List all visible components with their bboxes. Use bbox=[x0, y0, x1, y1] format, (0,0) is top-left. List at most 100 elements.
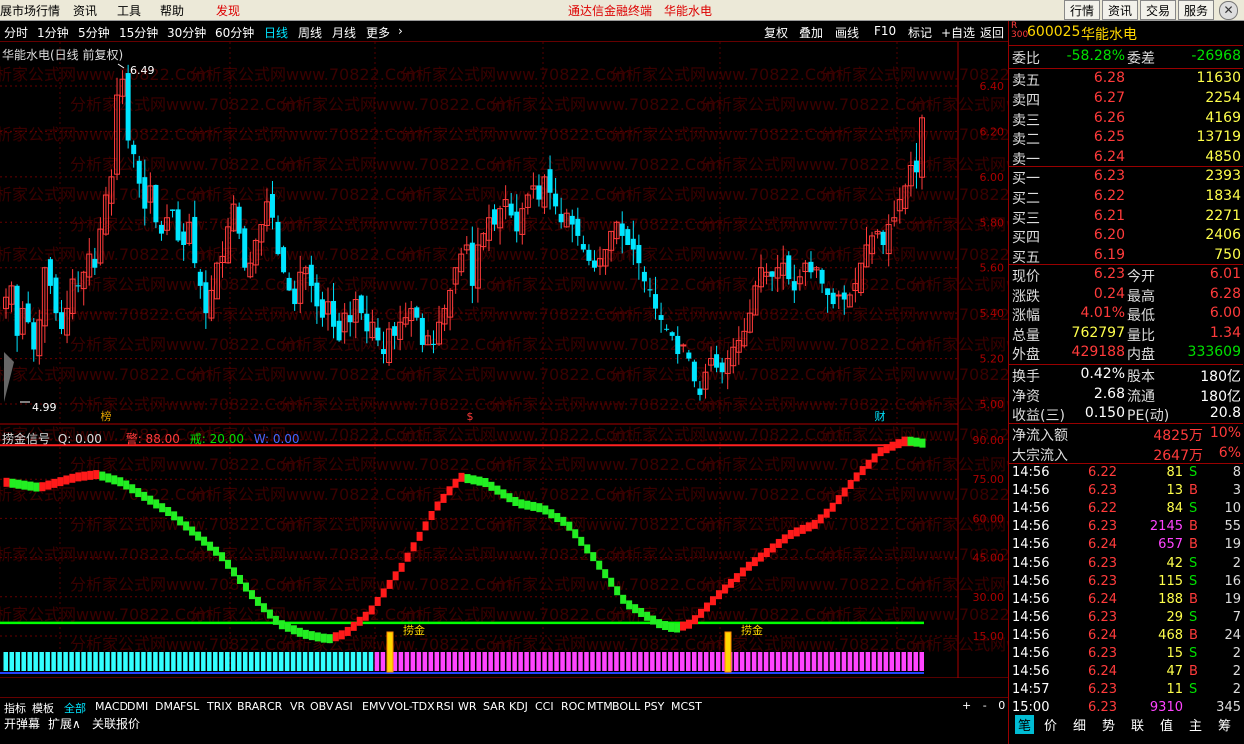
quote-tab[interactable]: 细 bbox=[1073, 715, 1086, 734]
watermark: 分析家公式网www.70822.Com bbox=[400, 425, 631, 444]
adjust-button[interactable]: 复权 bbox=[764, 24, 788, 41]
indicator-tab[interactable]: MACD bbox=[95, 700, 128, 713]
indicator-tab[interactable]: ROC bbox=[561, 700, 585, 713]
zoom-reset-button[interactable]: 0 bbox=[998, 699, 1005, 712]
close-icon[interactable]: ✕ bbox=[1219, 1, 1238, 20]
indicator-tab[interactable]: BRAR bbox=[237, 700, 267, 713]
news-button[interactable]: 资讯 bbox=[1101, 0, 1138, 20]
period-tab[interactable]: 60分钟 bbox=[215, 24, 254, 41]
indicator-tab[interactable]: PSY bbox=[644, 700, 664, 713]
indicator-bar bbox=[584, 544, 591, 554]
candle bbox=[381, 349, 387, 355]
quote-tab[interactable]: 值 bbox=[1160, 715, 1173, 734]
menu-discover[interactable]: 发现 bbox=[216, 2, 240, 19]
chevron-right-icon[interactable]: › bbox=[398, 24, 403, 38]
indicator-tab[interactable]: MTM bbox=[587, 700, 613, 713]
quote-tab[interactable]: 笔 bbox=[1015, 715, 1035, 734]
indicator-tab[interactable]: WR bbox=[458, 700, 477, 713]
indicator-tab[interactable]: CR bbox=[267, 700, 282, 713]
indicator-tab[interactable]: VOL-TDX bbox=[387, 700, 435, 713]
quote-tab[interactable]: 筹 bbox=[1218, 715, 1231, 734]
overlay-button[interactable]: 叠加 bbox=[799, 24, 823, 41]
indicator-tab[interactable]: FSL bbox=[180, 700, 199, 713]
ask-label: 卖三 bbox=[1012, 112, 1040, 129]
signal-strip bbox=[524, 652, 529, 671]
indicator-tab[interactable]: MCST bbox=[671, 700, 702, 713]
indicator-menu-0[interactable]: 指标 bbox=[4, 700, 26, 716]
draw-button[interactable]: 画线 bbox=[835, 24, 859, 41]
stat-label: 股本 bbox=[1127, 369, 1155, 385]
quote-tab[interactable]: 联 bbox=[1131, 715, 1144, 734]
expand-button[interactable]: 扩展∧ bbox=[48, 715, 81, 732]
indicator-tab[interactable]: RSI bbox=[436, 700, 454, 713]
indicator-tab[interactable]: DMA bbox=[155, 700, 181, 713]
period-tab[interactable]: 15分钟 bbox=[119, 24, 158, 41]
indicator-tab[interactable]: VR bbox=[290, 700, 305, 713]
trade-button[interactable]: 交易 bbox=[1139, 0, 1176, 20]
service-button[interactable]: 服务 bbox=[1177, 0, 1214, 20]
chart-pane[interactable]: 分析家公式网www.70822.Com 分析家公式网www.70822.Com 分析… bbox=[0, 42, 1244, 696]
linked-quote-button[interactable]: 关联报价 bbox=[92, 715, 140, 732]
period-tab[interactable]: 30分钟 bbox=[167, 24, 206, 41]
quote-tab[interactable]: 价 bbox=[1044, 715, 1057, 734]
watermark: 分析家公式网www.70822.Com bbox=[70, 155, 301, 174]
candle bbox=[714, 354, 720, 368]
indicator-tab[interactable]: BOLL bbox=[612, 700, 640, 713]
signal-strip bbox=[57, 652, 62, 671]
period-tab[interactable]: 周线 bbox=[298, 24, 322, 41]
candle bbox=[619, 223, 625, 236]
period-tab[interactable]: 5分钟 bbox=[78, 24, 110, 41]
period-tab-selected[interactable]: 日线 bbox=[264, 24, 288, 41]
indicator-tab[interactable]: ASI bbox=[335, 700, 353, 713]
zoom-in-button[interactable]: + bbox=[962, 699, 971, 712]
quote-tab[interactable]: 势 bbox=[1102, 715, 1115, 734]
add-watchlist-button[interactable]: +自选 bbox=[941, 24, 975, 41]
signal-strip bbox=[296, 652, 302, 671]
signal-strip bbox=[153, 652, 158, 671]
indicator-tab[interactable]: TRIX bbox=[207, 700, 232, 713]
chart-marker[interactable]: 榜 bbox=[101, 409, 112, 423]
tick-side: B bbox=[1189, 591, 1198, 607]
more-periods[interactable]: 更多 bbox=[366, 24, 390, 41]
indicator-tab[interactable]: 全部 bbox=[64, 700, 86, 716]
menu-tools[interactable]: 工具 bbox=[117, 2, 141, 19]
indicator-tab[interactable]: EMV bbox=[362, 700, 386, 713]
indicator-bar bbox=[75, 472, 82, 482]
danmaku-button[interactable]: 开弹幕 bbox=[4, 715, 40, 732]
period-tab[interactable]: 分时 bbox=[4, 24, 28, 41]
f10-button[interactable]: F10 bbox=[874, 24, 896, 38]
menu-market[interactable]: 展市场行情 bbox=[0, 2, 60, 19]
market-button[interactable]: 行情 bbox=[1063, 0, 1100, 20]
chart-canvas[interactable]: 分析家公式网www.70822.Com 分析家公式网www.70822.Com 分析… bbox=[0, 42, 1244, 696]
chart-marker[interactable]: $ bbox=[467, 410, 474, 423]
signal-strip bbox=[691, 652, 697, 671]
zoom-out-button[interactable]: - bbox=[983, 699, 987, 712]
signal-strip bbox=[907, 652, 913, 671]
candle bbox=[658, 315, 664, 320]
back-button[interactable]: 返回 bbox=[980, 24, 1004, 41]
indicator-tab[interactable]: SAR bbox=[483, 700, 505, 713]
bid-volume: 1834 bbox=[1205, 187, 1241, 204]
indicator-tab[interactable]: OBV bbox=[310, 700, 333, 713]
menu-news[interactable]: 资讯 bbox=[73, 2, 97, 19]
stat-label: 今开 bbox=[1127, 269, 1155, 285]
signal-strip bbox=[572, 652, 577, 671]
signal-strip bbox=[883, 652, 889, 671]
indicator-bar bbox=[889, 441, 896, 451]
indicator-menu-1[interactable]: 模板 bbox=[32, 700, 54, 716]
signal-strip bbox=[650, 652, 655, 671]
indicator-tab[interactable]: CCI bbox=[535, 700, 554, 713]
period-tab[interactable]: 月线 bbox=[332, 24, 356, 41]
indicator-tab[interactable]: DMI bbox=[127, 700, 148, 713]
period-tab[interactable]: 1分钟 bbox=[37, 24, 69, 41]
watermark: 分析家公式网www.70822.Com bbox=[490, 275, 721, 294]
indicator-tab[interactable]: KDJ bbox=[509, 700, 528, 713]
signal-strip bbox=[787, 652, 793, 671]
mark-button[interactable]: 标记 bbox=[908, 24, 932, 41]
menu-help[interactable]: 帮助 bbox=[160, 2, 184, 19]
signal-strip bbox=[494, 652, 499, 671]
quote-tab[interactable]: 主 bbox=[1189, 715, 1202, 734]
flow-row: 大宗流入 2647万 6% bbox=[1009, 445, 1243, 464]
indicator-tick-label: 60.00 bbox=[973, 512, 1005, 525]
chart-marker[interactable]: 财 bbox=[875, 409, 886, 423]
